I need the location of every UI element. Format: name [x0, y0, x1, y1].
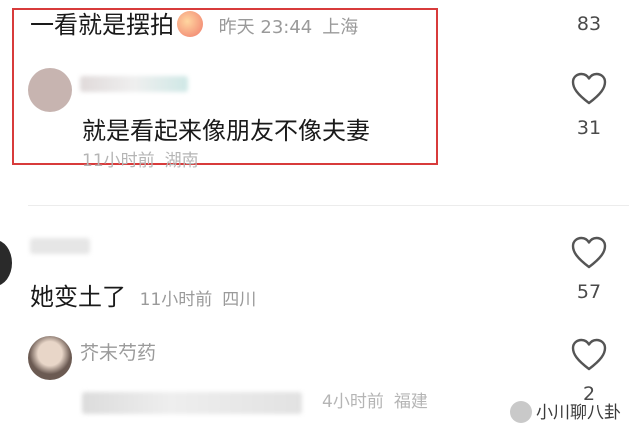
username-blurred[interactable]: [30, 238, 90, 254]
comment-1-location: 上海: [322, 17, 359, 38]
watermark-text: 小川聊八卦: [536, 403, 621, 423]
reply-1-time: 11小时前: [82, 151, 155, 171]
reply-2-username[interactable]: 芥末芍药: [80, 342, 156, 364]
username-blurred[interactable]: [80, 76, 188, 92]
comment-2: 她变土了 11小时前 四川: [30, 282, 266, 312]
watermark: 小川聊八卦: [510, 398, 621, 423]
emoji-icon: [177, 11, 203, 37]
comment-2-location: 四川: [222, 290, 257, 310]
like-group-2[interactable]: 31: [563, 72, 615, 140]
comment-2-meta: 11小时前 四川: [140, 290, 267, 310]
like-group-3[interactable]: 57: [563, 236, 615, 304]
reply-2-time: 4小时前: [322, 392, 384, 412]
avatar[interactable]: [28, 68, 72, 112]
avatar[interactable]: [28, 336, 72, 380]
heart-icon: [571, 236, 607, 269]
like-group-1[interactable]: 83: [563, 12, 615, 36]
like-group-4[interactable]: 2: [563, 338, 615, 406]
comment-2-text: 她变土了: [30, 283, 126, 311]
watermark-logo-icon: [510, 401, 532, 423]
divider: [28, 205, 629, 206]
comment-2-time: 11小时前: [139, 290, 213, 310]
like-count-1: 83: [576, 13, 602, 35]
like-count-2: 31: [576, 117, 602, 139]
reply-1-text: 就是看起来像朋友不像夫妻: [82, 117, 370, 145]
reply-2-text-blurred: [82, 392, 302, 414]
reply-1-location: 湖南: [164, 151, 199, 171]
reply-2-location: 福建: [393, 392, 428, 412]
comment-1-meta: 昨天 23:44 上海: [219, 17, 369, 38]
avatar[interactable]: [0, 240, 12, 286]
reply-2-meta: 4小时前 福建: [322, 391, 438, 413]
heart-icon: [571, 72, 607, 105]
comment-1-text: 一看就是摆拍: [30, 11, 174, 39]
heart-icon: [571, 338, 607, 371]
comment-1-date: 昨天 23:44: [218, 17, 313, 38]
comment-1: 一看就是摆拍 昨天 23:44 上海: [30, 10, 368, 40]
like-count-3: 57: [576, 281, 602, 303]
reply-1-meta: 11小时前 湖南: [82, 150, 209, 172]
